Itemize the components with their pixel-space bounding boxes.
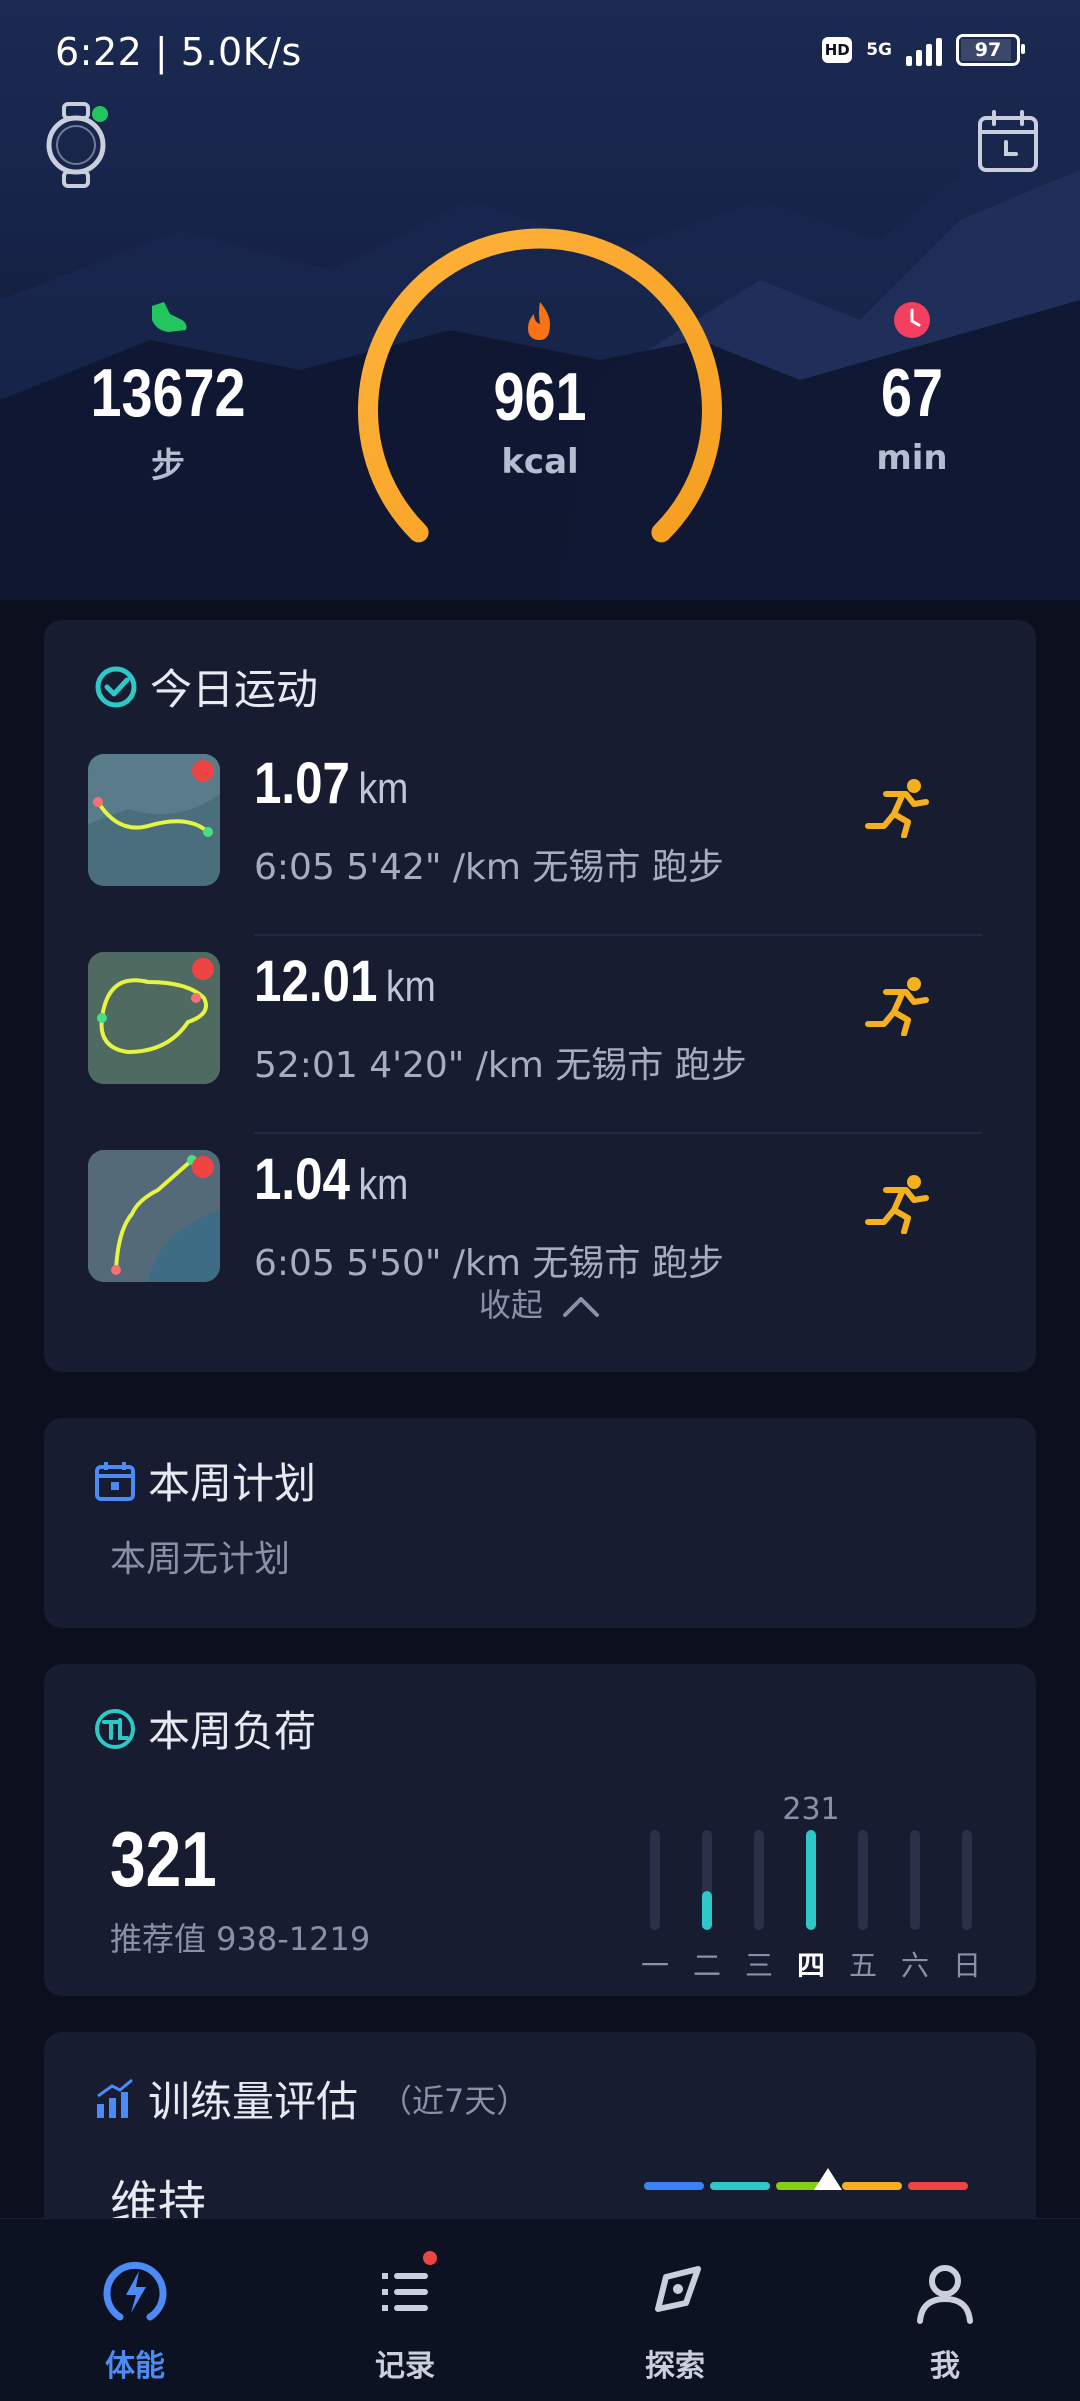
calendar-icon[interactable]: [976, 110, 1040, 178]
load-bar: [754, 1830, 764, 1930]
load-day-label: 三: [744, 1949, 773, 1982]
calories-unit: kcal: [501, 442, 579, 482]
run-map-thumbnail: [88, 754, 220, 886]
weekly-load-value: 321: [110, 1815, 217, 1903]
run-distance: 1.04 km: [254, 1147, 409, 1212]
load-bar-fill: [702, 1891, 712, 1930]
load-bar: [702, 1830, 712, 1930]
person-icon: [917, 2265, 973, 2324]
load-bar: [650, 1830, 660, 1930]
load-bar: [806, 1830, 816, 1930]
training-eval-header: 训练量评估 （近7天）: [94, 2068, 528, 2129]
weekly-load-recommended: 推荐值 938-1219: [110, 1920, 371, 1958]
weekly-plan-empty: 本周无计划: [110, 1539, 291, 1580]
run-map-thumbnail: [88, 1150, 220, 1282]
run-distance: 12.01 km: [254, 949, 436, 1014]
clock-icon: [894, 302, 930, 338]
hd-badge: HD: [822, 37, 853, 63]
steps-value: 13672: [90, 355, 246, 431]
flame-icon: [528, 302, 550, 340]
collapse-button[interactable]: 收起: [44, 1280, 1036, 1326]
run-item[interactable]: 12.01 km 52:01 4'20" /km 无锡市 跑步: [44, 936, 982, 1134]
notification-dot: [423, 2251, 437, 2265]
compass-icon: [655, 2266, 701, 2312]
weekly-load-header: 本周负荷: [94, 1698, 316, 1759]
load-bar-fill: [806, 1830, 816, 1930]
status-icons: HD 5G 97: [822, 34, 1025, 66]
chevron-up-icon: [563, 1297, 600, 1317]
training-eval-scale: [644, 2182, 968, 2190]
tab-label: 探索: [645, 2349, 705, 2384]
chart-up-icon: [97, 2078, 133, 2118]
tab-label: 体能: [105, 2349, 165, 2384]
weekly-load-card[interactable]: 本周负荷 321 推荐值 938-1219 231 一二三四五六日: [44, 1664, 1036, 1996]
steps-unit: 步: [151, 446, 185, 486]
run-details: 6:05 5'50" /km 无锡市 跑步: [254, 1243, 724, 1284]
route-dot: [192, 1156, 214, 1178]
run-map-thumbnail: [88, 952, 220, 1084]
load-day-label: 六: [900, 1949, 929, 1982]
weekly-plan-title: 本周计划: [148, 1459, 317, 1508]
battery-icon: 97: [956, 34, 1025, 66]
route-dot: [192, 760, 214, 782]
calendar-icon: [95, 1461, 135, 1501]
weekly-load-title: 本周负荷: [148, 1707, 317, 1756]
peak-value-label: 231: [782, 1792, 840, 1827]
tab-records[interactable]: 记录: [315, 2251, 495, 2385]
tab-label: 记录: [375, 2349, 435, 2384]
collapse-label: 收起: [478, 1286, 543, 1324]
network-label: 5G: [866, 40, 892, 60]
connected-dot: [92, 106, 108, 122]
load-day-label: 一: [640, 1949, 669, 1982]
running-icon: [865, 779, 929, 838]
running-icon: [865, 977, 929, 1036]
bolt-icon: [103, 2261, 167, 2321]
run-distance: 1.07 km: [254, 751, 409, 816]
bottom-tab-bar: 体能 记录 探索 我: [0, 2218, 1080, 2401]
today-exercise-card: 今日运动 1.07 km 6:05 5'42" /km 无锡市 跑步 12.01…: [44, 620, 1036, 1372]
run-details: 52:01 4'20" /km 无锡市 跑步: [254, 1045, 747, 1086]
today-exercise-header: 今日运动: [94, 656, 318, 717]
run-details: 6:05 5'42" /km 无锡市 跑步: [254, 847, 724, 888]
route-dot: [192, 958, 214, 980]
calories-value: 961: [493, 359, 587, 435]
today-exercise-title: 今日运动: [150, 665, 319, 714]
tl-icon: [95, 1708, 135, 1749]
load-bar: [858, 1830, 868, 1930]
steps-metric[interactable]: 13672 步: [68, 300, 268, 487]
weekly-load-chart: 231 一二三四五六日: [638, 1784, 1038, 1984]
tab-me[interactable]: 我: [855, 2257, 1035, 2385]
minutes-value: 67: [880, 355, 944, 431]
tab-label: 我: [930, 2349, 960, 2384]
weekly-plan-card[interactable]: 本周计划 本周无计划: [44, 1418, 1036, 1628]
check-circle-icon: [95, 666, 137, 707]
weekly-plan-header: 本周计划: [94, 1450, 316, 1511]
scale-marker: [814, 2168, 842, 2190]
running-icon: [865, 1175, 929, 1234]
load-bar: [910, 1830, 920, 1930]
load-day-label: 日: [952, 1949, 981, 1982]
minutes-unit: min: [876, 438, 948, 478]
load-day-label: 五: [848, 1949, 877, 1982]
signal-icon: [906, 34, 942, 66]
watch-icon[interactable]: [40, 100, 120, 194]
shoe-icon: [152, 302, 187, 332]
training-eval-period: （近7天）: [380, 2081, 529, 2120]
battery-percent: 97: [974, 39, 1002, 61]
load-day-label: 二: [692, 1949, 721, 1982]
load-bar: [962, 1830, 972, 1930]
minutes-metric[interactable]: 67 min: [812, 300, 1012, 478]
tab-fitness[interactable]: 体能: [45, 2257, 225, 2385]
load-day-label: 四: [796, 1949, 825, 1982]
calories-metric[interactable]: 961 kcal: [440, 300, 640, 482]
tab-explore[interactable]: 探索: [585, 2257, 765, 2385]
status-time: 6:22 | 5.0K/s: [55, 30, 302, 74]
run-item[interactable]: 1.07 km 6:05 5'42" /km 无锡市 跑步: [44, 738, 982, 936]
training-eval-title: 训练量评估: [148, 2077, 359, 2126]
list-icon: [382, 2273, 428, 2311]
